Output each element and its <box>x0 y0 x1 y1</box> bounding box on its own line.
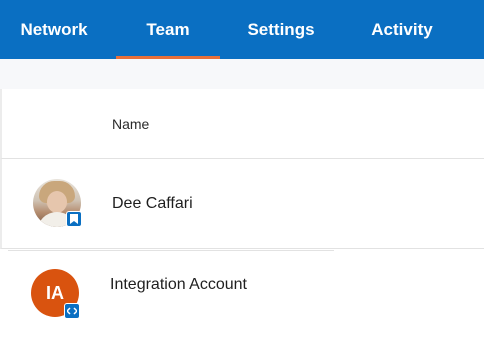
bookmark-icon <box>66 211 82 227</box>
divider <box>8 250 334 251</box>
avatar-initials: IA <box>46 282 64 303</box>
tab-settings[interactable]: Settings <box>232 0 330 59</box>
list-header: Name <box>0 89 484 159</box>
tab-activity[interactable]: Activity <box>354 0 450 59</box>
tab-team-label: Team <box>146 19 190 39</box>
member-name: Integration Account <box>110 276 247 293</box>
column-header-name[interactable]: Name <box>112 116 149 132</box>
list-item[interactable]: IA Integration Account <box>0 249 484 339</box>
top-navigation-bar: Network Team Settings Activity <box>0 0 484 59</box>
content-spacer <box>0 59 484 89</box>
tab-activity-label: Activity <box>371 19 433 39</box>
code-icon <box>64 303 80 319</box>
member-name: Dee Caffari <box>112 195 193 212</box>
tab-settings-label: Settings <box>247 19 315 39</box>
tab-team[interactable]: Team <box>116 0 220 59</box>
list-item[interactable]: Dee Caffari <box>0 159 484 249</box>
tab-network-label: Network <box>20 19 88 39</box>
tab-network[interactable]: Network <box>0 0 108 59</box>
